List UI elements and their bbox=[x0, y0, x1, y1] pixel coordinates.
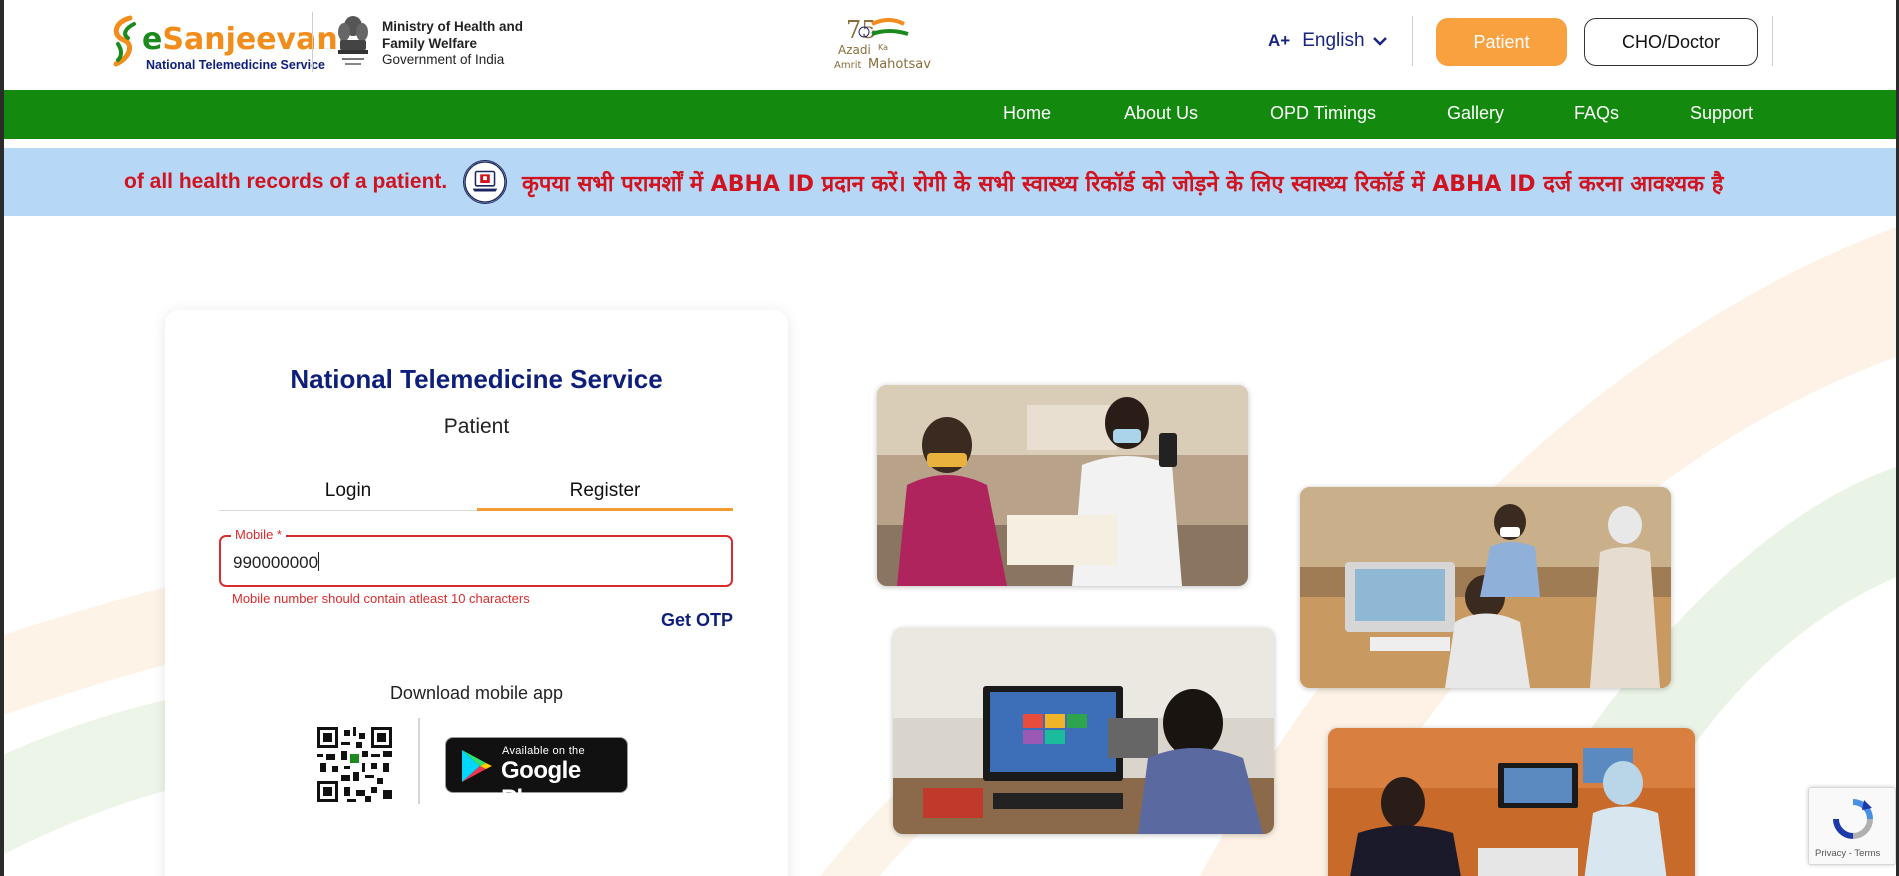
recaptcha-icon bbox=[1833, 799, 1873, 839]
patient-button[interactable]: Patient bbox=[1436, 18, 1567, 66]
google-play-small-text: Available on the bbox=[502, 745, 585, 757]
photo-doctor-with-ppe-and-patient bbox=[1328, 728, 1695, 876]
photo-consultation-doctor-showing-phone bbox=[877, 385, 1248, 586]
nav-item-about-us[interactable]: About Us bbox=[1124, 103, 1198, 124]
nav-item-faqs[interactable]: FAQs bbox=[1574, 103, 1619, 124]
svg-text:75: 75 bbox=[846, 16, 877, 44]
national-emblem-icon bbox=[338, 16, 368, 65]
patient-auth-card: National Telemedicine Service Patient Lo… bbox=[165, 310, 788, 876]
svg-text:Amrit: Amrit bbox=[834, 60, 861, 71]
mobile-field-value[interactable]: 990000000 bbox=[233, 552, 320, 573]
nav-item-opd-timings[interactable]: OPD Timings bbox=[1270, 103, 1376, 124]
recaptcha-privacy-terms[interactable]: Privacy - Terms bbox=[1815, 848, 1880, 859]
ministry-text: Ministry of Health and Family Welfare Go… bbox=[382, 19, 523, 69]
tab-login[interactable]: Login bbox=[219, 468, 477, 512]
recaptcha-badge[interactable]: Privacy - Terms bbox=[1808, 787, 1896, 865]
font-size-toggle[interactable]: A+ bbox=[1268, 31, 1290, 51]
main-nav: Home About Us OPD Timings Gallery FAQs S… bbox=[4, 90, 1896, 139]
text-cursor bbox=[318, 552, 320, 571]
tab-active-indicator bbox=[477, 508, 733, 511]
cho-doctor-button[interactable]: CHO/Doctor bbox=[1584, 18, 1758, 66]
ticker-text-hindi: कृपया सभी परामर्शों में ABHA ID प्रदान क… bbox=[522, 172, 1724, 197]
logo-wordmark: eSanjeevani bbox=[142, 22, 348, 57]
download-app-label: Download mobile app bbox=[389, 683, 564, 703]
mobile-input-text: 990000000 bbox=[233, 553, 319, 572]
language-select[interactable]: English bbox=[1302, 30, 1387, 52]
ticker-text-english: of all health records of a patient. bbox=[124, 170, 448, 193]
qr-code-icon[interactable] bbox=[317, 727, 392, 802]
mobile-field[interactable]: Mobile * 990000000 bbox=[219, 527, 733, 587]
header-divider bbox=[1412, 16, 1413, 66]
google-play-icon bbox=[462, 750, 492, 782]
download-divider bbox=[418, 718, 420, 804]
header-divider bbox=[312, 12, 313, 72]
esanjeevani-logo[interactable]: eSanjeevani National Telemedicine Servic… bbox=[108, 12, 348, 74]
ministry-line-3: Government of India bbox=[382, 52, 505, 67]
card-subtitle: Patient bbox=[443, 415, 510, 438]
azadi-ka-amrit-mahotsav-logo: 75 Azadi Ka Amrit Mahotsav bbox=[834, 16, 931, 72]
chevron-down-icon bbox=[1372, 37, 1387, 46]
nav-item-home[interactable]: Home bbox=[1003, 103, 1051, 124]
window-frame-left bbox=[0, 0, 4, 876]
tab-register[interactable]: Register bbox=[476, 468, 734, 512]
laptop-consult-icon bbox=[463, 160, 507, 204]
card-title: National Telemedicine Service bbox=[290, 364, 663, 394]
photo-health-worker-at-computer bbox=[893, 628, 1274, 834]
ministry-line-2: Family Welfare bbox=[382, 35, 478, 51]
site-header: eSanjeevani National Telemedicine Servic… bbox=[4, 0, 1896, 90]
announcement-ticker: of all health records of a patient. कृपय… bbox=[4, 148, 1896, 216]
nav-item-gallery[interactable]: Gallery bbox=[1447, 103, 1504, 124]
mobile-field-label: Mobile * bbox=[231, 527, 286, 542]
google-play-badge[interactable]: Available on the Google Play bbox=[445, 737, 628, 812]
ticker-track: of all health records of a patient. कृपय… bbox=[4, 148, 1777, 216]
google-play-big-text: Google Play bbox=[501, 757, 581, 812]
photo-telemedicine-computer-session bbox=[1300, 487, 1671, 688]
nav-item-support[interactable]: Support bbox=[1690, 103, 1753, 124]
svg-text:Azadi: Azadi bbox=[838, 43, 871, 57]
svg-text:Mahotsav: Mahotsav bbox=[868, 57, 931, 72]
get-otp-button[interactable]: Get OTP bbox=[661, 610, 733, 631]
esanjeevani-logo-icon bbox=[113, 15, 136, 67]
language-select-label: English bbox=[1302, 30, 1365, 51]
mobile-error-message: Mobile number should contain atleast 10 … bbox=[232, 591, 530, 606]
svg-text:Ka: Ka bbox=[878, 43, 888, 52]
logo-subtitle: National Telemedicine Service bbox=[146, 58, 326, 72]
header-divider bbox=[1772, 16, 1773, 66]
ministry-line-1: Ministry of Health and bbox=[382, 19, 524, 34]
language-controls: A+ English bbox=[1268, 30, 1387, 52]
